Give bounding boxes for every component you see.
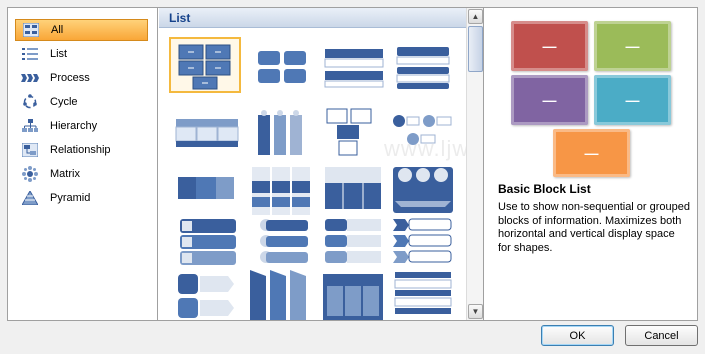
preview-block-cyan: — [594,75,671,125]
cancel-button[interactable]: Cancel [625,325,698,346]
gallery-header: List [159,8,466,28]
layout-list-option[interactable] [387,217,459,273]
category-label: All [51,24,64,36]
layout-list-option[interactable] [387,105,459,161]
category-list-item[interactable]: List [15,43,148,65]
layout-list-option[interactable] [244,270,316,320]
category-all[interactable]: All [15,19,148,41]
ok-button[interactable]: OK [541,325,614,346]
preview-title: Basic Block List [498,182,591,196]
preview-block-green: — [594,21,671,71]
matrix-icon [21,166,39,182]
preview-description: Use to show non-sequential or grouped bl… [498,201,691,254]
layout-list-option[interactable] [387,163,459,219]
layout-list-option[interactable] [244,217,316,273]
preview-block-orange: — [553,129,630,177]
chevron-up-icon: ▲ [471,12,480,21]
layout-gallery: List www.ljwi.cn.com [159,8,484,320]
category-list: All List Process Cycle Hierarchy Relatio… [8,8,158,320]
relationship-icon [21,142,39,158]
category-label: Hierarchy [50,120,98,132]
layout-basic-block-list[interactable] [169,37,241,93]
preview-block-purple: — [511,75,588,125]
layout-list-option[interactable] [172,270,244,320]
gallery-scrollbar[interactable]: ▲ ▼ [466,8,483,320]
layout-list-option[interactable] [317,105,389,161]
chevron-down-icon: ▼ [471,307,480,316]
smartart-dialog-body: All List Process Cycle Hierarchy Relatio… [7,7,698,321]
all-icon [22,22,40,38]
preview-block-red: — [511,21,588,71]
category-label: Relationship [50,144,111,156]
layout-list-option[interactable] [387,270,459,320]
layout-list-option[interactable] [244,163,316,219]
category-cycle[interactable]: Cycle [15,91,148,113]
scroll-down-button[interactable]: ▼ [468,304,483,319]
scroll-thumb[interactable] [468,26,483,72]
category-label: Matrix [50,168,80,180]
process-icon [21,70,39,86]
pyramid-icon [21,190,39,206]
layout-list-option[interactable] [172,105,244,161]
layout-list-option[interactable] [317,163,389,219]
category-label: Pyramid [50,192,91,204]
category-label: Process [50,72,90,84]
category-label: List [50,48,68,60]
category-pyramid[interactable]: Pyramid [15,187,148,209]
scroll-up-button[interactable]: ▲ [468,9,483,24]
layout-list-option[interactable] [387,37,459,93]
cycle-icon [21,94,39,110]
layout-list-option[interactable] [172,217,244,273]
layout-list-option[interactable] [317,270,389,320]
layout-list-option[interactable] [317,37,389,93]
layout-list-option[interactable] [246,37,318,93]
list-icon [21,46,39,62]
category-hierarchy[interactable]: Hierarchy [15,115,148,137]
category-relationship[interactable]: Relationship [15,139,148,161]
layout-list-option[interactable] [172,163,244,219]
layout-list-option[interactable] [317,217,389,273]
layout-list-option[interactable] [244,105,316,161]
category-label: Cycle [50,96,78,108]
hierarchy-icon [21,118,39,134]
preview-pane: — — — — — Basic Block List Use to show n… [485,8,697,320]
category-process[interactable]: Process [15,67,148,89]
category-matrix[interactable]: Matrix [15,163,148,185]
